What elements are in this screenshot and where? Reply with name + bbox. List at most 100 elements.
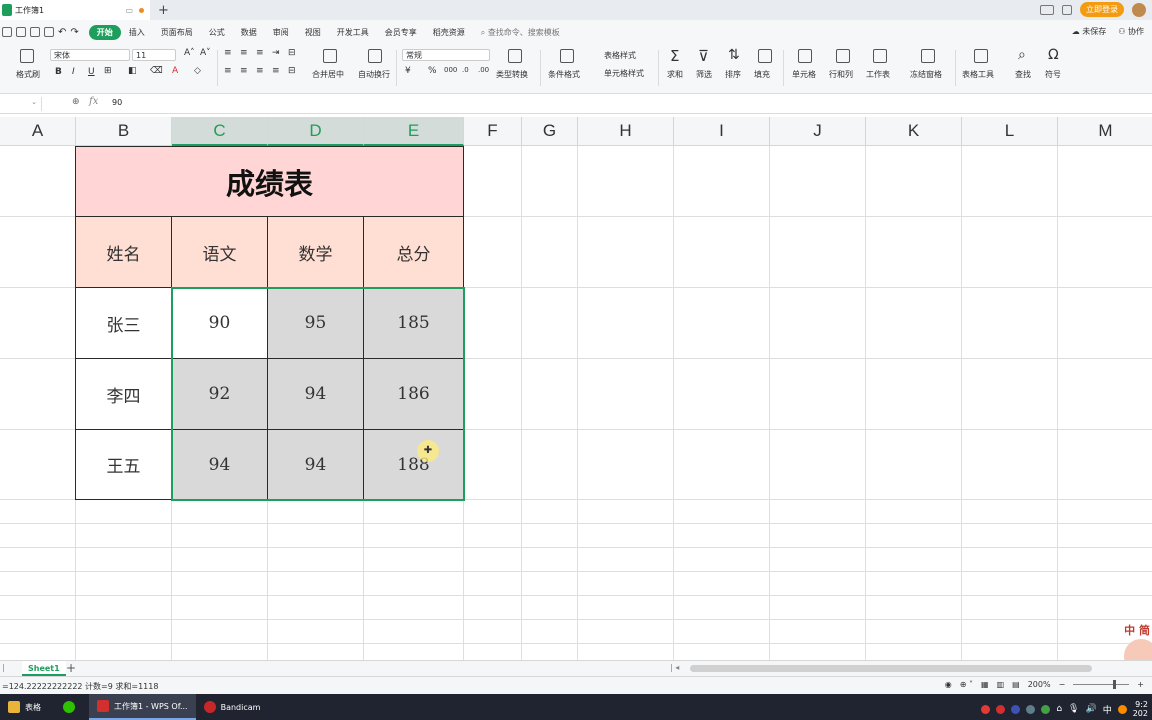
header-cell-name[interactable]: 姓名 — [75, 217, 172, 288]
taskbar-bandicam[interactable]: Bandicam — [196, 694, 269, 720]
table-cell[interactable]: 188 — [364, 430, 464, 500]
align-right-icon[interactable]: ≡ — [256, 66, 264, 76]
type-convert-icon[interactable] — [508, 49, 522, 63]
increase-font-icon[interactable]: A˄ — [184, 48, 195, 58]
spreadsheet-grid[interactable]: A B C D E F G H I J K L M 成绩表 姓名 语文 数学 总… — [0, 117, 1152, 660]
justify-icon[interactable]: ≡ — [272, 66, 280, 76]
column-header-k[interactable]: K — [866, 117, 962, 146]
distributed-icon[interactable]: ⊟ — [288, 48, 296, 58]
menu-formulas[interactable]: 公式 — [201, 27, 233, 38]
print-icon[interactable] — [30, 26, 40, 37]
wrap-text-label[interactable]: 自动换行 — [358, 69, 390, 80]
column-header-e[interactable]: E — [364, 117, 464, 146]
zoom-slider[interactable] — [1073, 680, 1130, 689]
table-cell[interactable]: 张三 — [75, 288, 172, 359]
taskbar-folder[interactable]: 表格 — [0, 694, 49, 720]
menu-member[interactable]: 会员专享 — [377, 27, 425, 38]
page-break-view-icon[interactable]: ▤ — [1012, 680, 1020, 689]
zoom-formula-icon[interactable]: ⊕ — [72, 97, 80, 107]
column-header-f[interactable]: F — [464, 117, 522, 146]
align-left-icon[interactable]: ≡ — [224, 66, 232, 76]
view-mode-icon[interactable]: ⊕ ˅ — [960, 680, 973, 689]
avatar[interactable] — [1132, 2, 1146, 17]
percent-button[interactable]: % — [428, 66, 437, 76]
command-search-input[interactable]: ⌕ 查找命令、搜索模板 — [481, 27, 560, 38]
tray-app3-icon[interactable] — [1041, 704, 1051, 714]
column-header-g[interactable]: G — [522, 117, 578, 146]
fill-icon[interactable] — [758, 49, 772, 63]
pin-icon[interactable]: ▭ — [125, 6, 133, 15]
redo-icon[interactable]: ↷ — [70, 27, 78, 38]
window-layout-icon[interactable] — [1040, 4, 1054, 15]
column-header-h[interactable]: H — [578, 117, 674, 146]
conditional-format-icon[interactable] — [560, 49, 574, 63]
cells-icon[interactable] — [798, 49, 812, 63]
fill-label[interactable]: 填充 — [754, 69, 770, 80]
table-cell[interactable]: 186 — [364, 359, 464, 430]
distribute-icon[interactable]: ⊟ — [288, 66, 296, 76]
preview-icon[interactable] — [44, 26, 54, 37]
cloud-save-status[interactable]: ☁ 未保存 — [1072, 26, 1107, 37]
name-box[interactable]: ⌄ — [0, 97, 42, 111]
document-tab[interactable]: 工作簿1 ▭ — [0, 0, 150, 20]
login-button[interactable]: 立即登录 — [1080, 2, 1124, 17]
formula-input[interactable]: 90 — [112, 98, 122, 107]
fill-color-icon[interactable]: ◧ — [128, 66, 137, 76]
zoom-slider-knob[interactable] — [1113, 680, 1117, 689]
table-cell[interactable]: 94 — [172, 430, 268, 500]
bold-button[interactable]: B — [55, 67, 62, 77]
currency-button[interactable]: ¥ — [405, 66, 411, 76]
sort-label[interactable]: 排序 — [725, 69, 741, 80]
clear-format-icon[interactable]: ⌫ — [150, 66, 163, 76]
menu-insert[interactable]: 插入 — [121, 27, 153, 38]
table-style-button[interactable]: 表格样式 — [604, 50, 636, 61]
column-header-j[interactable]: J — [770, 117, 866, 146]
find-icon[interactable]: ⌕ — [1018, 47, 1026, 63]
wrap-text-icon[interactable] — [368, 49, 382, 63]
cell-style-button[interactable]: 单元格样式 — [604, 68, 644, 79]
hscroll-left-icon[interactable]: | ◂ — [670, 663, 679, 672]
normal-view-icon[interactable]: ▦ — [981, 680, 989, 689]
number-format-select[interactable]: 常规 — [402, 49, 490, 61]
microphone-icon[interactable]: 🎙 — [1068, 704, 1079, 714]
apps-grid-icon[interactable] — [1062, 4, 1072, 15]
menu-home[interactable]: 开始 — [88, 24, 121, 40]
table-cell[interactable]: 92 — [172, 359, 268, 430]
italic-button[interactable]: I — [72, 67, 75, 77]
sum-label[interactable]: 求和 — [667, 69, 683, 80]
column-header-d[interactable]: D — [268, 117, 364, 146]
symbol-label[interactable]: 符号 — [1045, 69, 1061, 80]
sort-icon[interactable]: ⇅ — [728, 47, 740, 63]
menu-developer[interactable]: 开发工具 — [329, 27, 377, 38]
add-sheet-button[interactable]: + — [66, 661, 76, 675]
find-label[interactable]: 查找 — [1015, 69, 1031, 80]
column-header-i[interactable]: I — [674, 117, 770, 146]
header-cell-math[interactable]: 数学 — [268, 217, 364, 288]
filter-icon[interactable]: ⊽ — [698, 47, 709, 65]
font-color-icon[interactable]: A — [172, 66, 178, 76]
table-title[interactable]: 成绩表 — [75, 146, 464, 217]
undo-icon[interactable]: ↶ — [58, 27, 66, 38]
table-cell[interactable]: 94 — [268, 430, 364, 500]
align-center-icon[interactable]: ≡ — [240, 66, 248, 76]
export-icon[interactable] — [16, 26, 26, 37]
zoom-out-icon[interactable]: − — [1059, 680, 1066, 689]
save-icon[interactable] — [2, 26, 12, 37]
taskbar-wechat[interactable] — [49, 694, 89, 720]
column-header-c[interactable]: C — [172, 117, 268, 146]
align-top-icon[interactable]: ≡ — [224, 48, 232, 58]
freeze-panes-icon[interactable] — [921, 49, 935, 63]
ime-indicator[interactable]: 中 — [1103, 703, 1112, 716]
header-cell-chinese[interactable]: 语文 — [172, 217, 268, 288]
merge-center-icon[interactable] — [323, 49, 337, 63]
header-cell-total[interactable]: 总分 — [364, 217, 464, 288]
freeze-panes-label[interactable]: 冻结窗格 — [910, 69, 942, 80]
collaborate-button[interactable]: ⚇ 协作 — [1118, 26, 1144, 37]
table-cell-active[interactable]: 90 — [172, 288, 268, 359]
zoom-in-icon[interactable]: + — [1137, 680, 1144, 689]
tray-app-icon[interactable] — [1011, 704, 1021, 714]
sheet-scroll-left-icon[interactable]: | — [2, 663, 5, 672]
table-cell[interactable]: 王五 — [75, 430, 172, 500]
table-cell[interactable]: 李四 — [75, 359, 172, 430]
table-tools-label[interactable]: 表格工具 — [962, 69, 994, 80]
